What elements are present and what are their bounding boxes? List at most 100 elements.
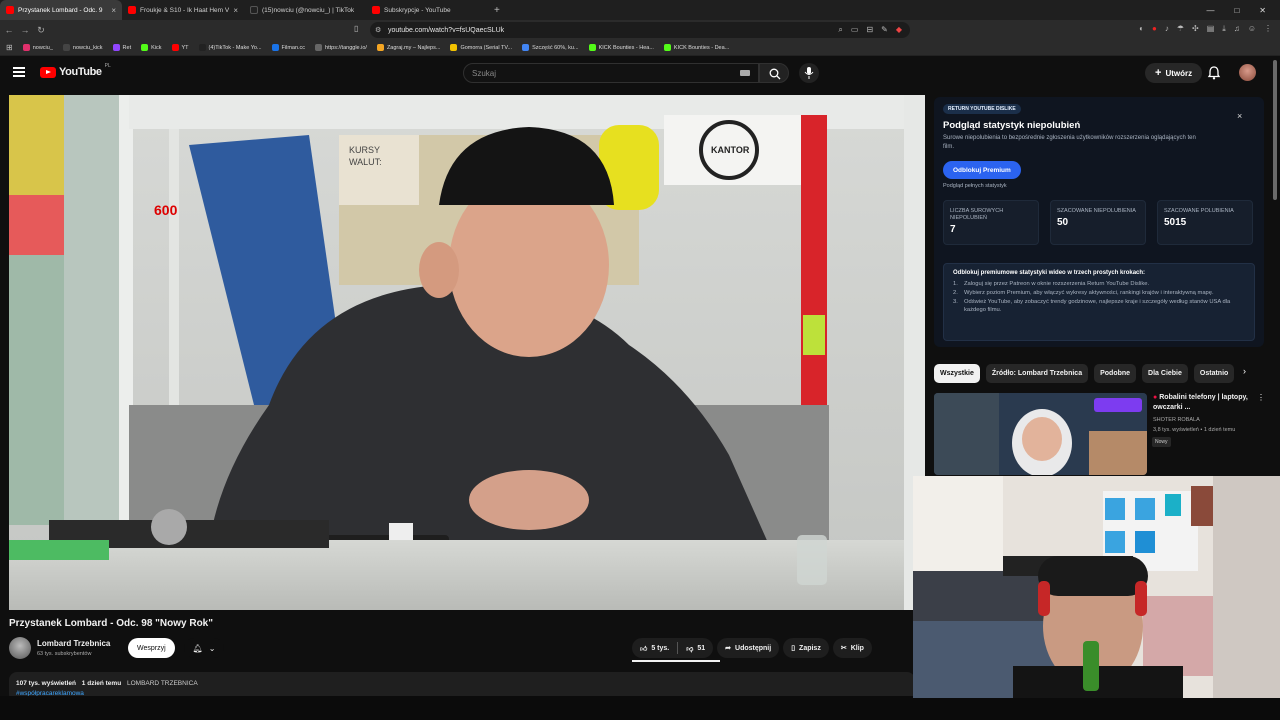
bookmark-item[interactable]: https://tanggle.io/ [315,44,367,51]
bookmark-page-icon[interactable]: ▯ [354,24,358,33]
like-button[interactable]: 👍︎ 5 tys. [632,638,677,658]
chip-similar[interactable]: Podobne [1094,363,1137,383]
account-avatar[interactable] [1239,64,1256,81]
bookmark-label: nowciu_ [32,44,53,51]
bookmark-item[interactable]: Ret [112,44,131,51]
microphone-icon [804,67,814,79]
bookmark-label: nowciu_kick [72,44,103,51]
youtube-header: YouTube PL Szukaj + Utwórz [0,57,1280,89]
address-bar: ← → ↻ ▯ ⚙ youtube.com/watch?v=fsUQaecSLU… [0,20,1280,40]
bookmark-favicon-icon [112,44,120,51]
hamburger-menu-icon[interactable] [13,67,25,77]
voice-search-button[interactable] [799,63,819,83]
bookmark-favicon-icon [22,44,30,51]
youtube-logo[interactable]: YouTube PL [40,63,111,78]
notifications-bell-icon[interactable] [1206,65,1222,81]
close-icon[interactable]: × [111,6,116,15]
chip-all[interactable]: Wszystkie [934,363,980,383]
save-button[interactable]: ▯ Zapisz [783,638,829,658]
view-count: 107 tys. wyświetleń [16,680,76,687]
create-button[interactable]: + Utwórz [1145,63,1203,83]
reload-icon[interactable]: ↻ [34,25,48,36]
bookmark-item[interactable]: (4)TikTok - Make Yo... [198,44,262,51]
tab-2[interactable]: (15)nowciu (@nowciu_) | TikTok [244,0,366,20]
stat-value: 50 [1057,217,1069,228]
record-icon[interactable]: ● [1152,24,1157,34]
extension-icon[interactable]: ◐ [1139,24,1144,34]
extension-badge-icon[interactable]: ◆ [896,25,902,35]
bookmark-favicon-icon [376,44,384,51]
svg-text:KURSY: KURSY [349,145,380,155]
bookmark-favicon-icon [198,44,206,51]
cast-icon[interactable]: ▭ [851,25,859,35]
search-input[interactable]: Szukaj [463,63,759,83]
page-scrollbar[interactable] [1273,60,1277,200]
url-field[interactable]: ⚙ youtube.com/watch?v=fsUQaecSLUk ⌕ ▭ ⊟ … [370,22,910,38]
site-info-icon[interactable]: ⚙ [375,26,381,34]
close-icon[interactable]: × [233,6,238,15]
chip-source[interactable]: Źródło: Lombard Trzebnica [985,363,1089,383]
close-icon[interactable]: × [1237,111,1242,121]
tab-1[interactable]: Froukje & S10 - Ik Haat Hem Voor Je × [122,0,244,20]
recommended-channel[interactable]: SHOTER ROBALA [1153,417,1200,423]
more-options-icon[interactable]: ⋮ [1257,393,1265,402]
download-icon[interactable]: ⤓ [1222,24,1226,34]
bookmark-favicon-icon [588,44,596,51]
extension-icon[interactable]: ☂ [1177,24,1184,34]
bookmark-item[interactable]: KICK Bounties - Dea... [663,44,729,51]
tab-title: (15)nowciu (@nowciu_) | TikTok [262,6,355,14]
bookmark-item[interactable]: nowciu_kick [62,44,103,51]
bookmark-item[interactable]: Kick [141,44,162,51]
channel-avatar[interactable] [9,637,31,659]
edit-icon[interactable]: ✎ [881,25,888,35]
taskbar-strip [0,696,1280,720]
media-icon[interactable]: ♫ [1234,24,1240,34]
plus-icon: + [1155,67,1162,79]
search-button[interactable] [759,63,789,83]
recommended-title[interactable]: ● Robalini telefony | laptopy, owczarki .… [1153,393,1253,413]
share-button[interactable]: ➦ Udostępnij [717,638,780,658]
keyboard-icon[interactable] [740,70,750,76]
back-icon[interactable]: ← [2,25,16,35]
subscription-notifications-button[interactable]: 🔔︎ ⌄ [184,638,224,658]
bookmark-item[interactable]: YT [171,44,189,51]
bookmark-item[interactable]: Szczęść 60%, ku... [522,44,579,51]
tab-3[interactable]: Subskrypcje - YouTube [366,0,488,20]
maximize-icon[interactable]: □ [1234,6,1239,15]
bookmark-favicon-icon [271,44,279,51]
chip-for-you[interactable]: Dla Ciebie [1142,363,1188,383]
install-icon[interactable]: ⊟ [866,25,873,35]
unlock-premium-button[interactable]: Odblokuj Premium [943,161,1021,179]
menu-dots-icon[interactable]: ⋮ [1264,24,1272,34]
bookmark-item[interactable]: KICK Bounties - Hea... [588,44,654,51]
recommended-thumbnail[interactable] [934,393,1147,475]
bookmark-item[interactable]: Zagraj.my – Najleps... [376,44,440,51]
clip-button[interactable]: ✂ Klip [832,638,872,658]
recommended-title-text: Robalini telefony | laptopy, owczarki ..… [1153,394,1248,411]
puzzle-icon[interactable]: ✣ [1192,24,1199,34]
tab-0[interactable]: Przystanek Lombard - Odc. 9 × [0,0,122,20]
forward-icon[interactable]: → [18,25,32,35]
close-window-icon[interactable]: ✕ [1259,6,1266,15]
support-button[interactable]: Wesprzyj [128,638,175,658]
profile-icon[interactable]: ☺ [1248,24,1256,34]
bookmark-label: https://tanggle.io/ [325,44,367,51]
chip-recent[interactable]: Ostatnio [1193,363,1234,383]
minimize-icon[interactable]: — [1206,6,1214,15]
full-stats-link[interactable]: Podgląd pełnych statystyk [943,183,1007,189]
svg-text:600: 600 [154,202,178,218]
stat-label: SZACOWANE NIEPOLUBIENIA [1057,208,1136,214]
video-player[interactable]: KURSY WALUT: KANTOR 600 [9,95,925,610]
sidebar-icon[interactable]: ▤ [1207,24,1215,34]
url-actions: ⌕ ▭ ⊟ ✎ ◆ [838,25,902,35]
new-tab-button[interactable]: + [488,5,506,16]
channel-name[interactable]: Lombard Trzebnica [37,639,110,648]
bookmark-item[interactable]: Filman.cc [271,44,305,51]
apps-icon[interactable]: ⊞ [6,43,13,52]
zoom-icon[interactable]: ⌕ [838,25,842,35]
audio-icon[interactable]: ♪ [1165,24,1169,34]
bookmark-item[interactable]: Gomorra (Serial TV... [450,44,512,51]
chevron-right-icon[interactable]: › [1243,366,1246,376]
bookmark-item[interactable]: nowciu_ [22,44,53,51]
dislike-button[interactable]: 👎︎ 51 [678,638,713,658]
